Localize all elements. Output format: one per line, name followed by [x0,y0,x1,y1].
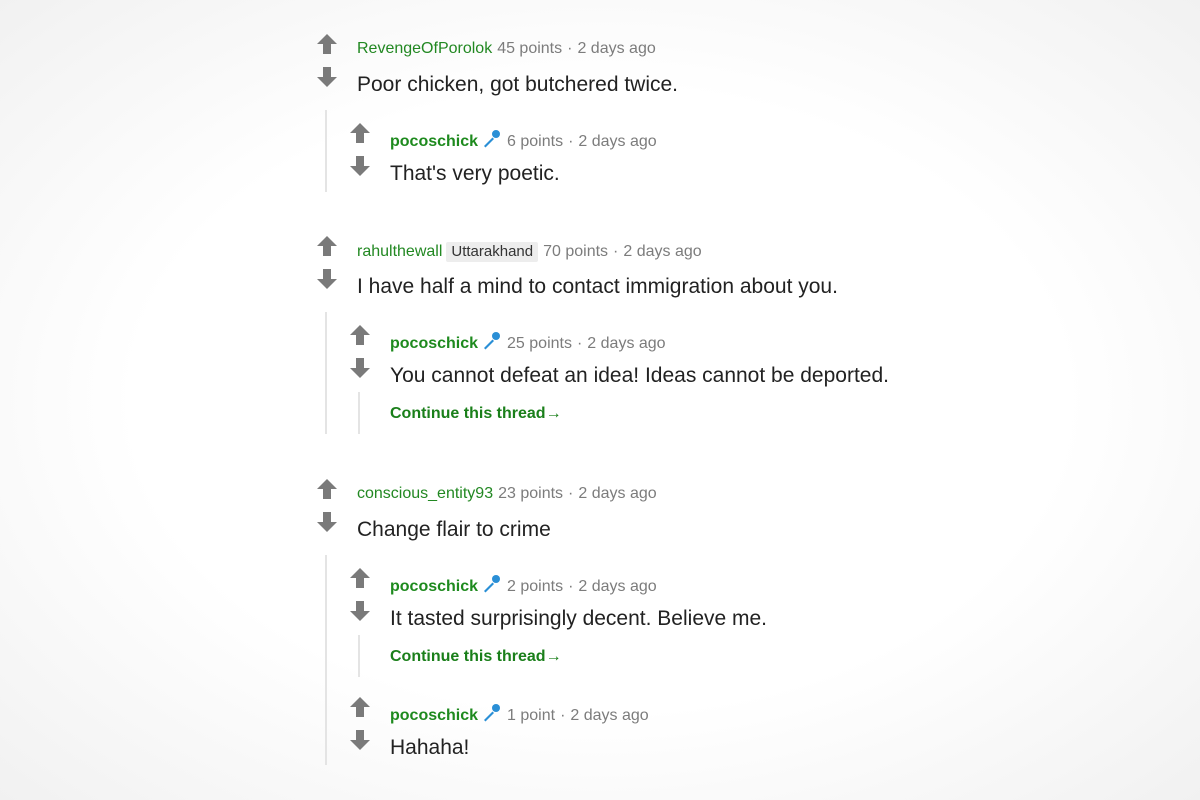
arrow-right-icon: → [545,405,562,422]
comment-author[interactable]: pocoschick [390,578,478,595]
comment-points: 2 points [507,578,564,595]
comment-meta: pocoschick 1 point · 2 days ago [390,703,649,724]
comment-points: 1 point [507,707,556,724]
upvote-arrow-icon[interactable] [349,122,371,144]
microphone-icon [482,574,502,594]
upvote-arrow-icon[interactable] [349,567,371,589]
comment: rahulthewall Uttarakhand 70 points · 2 days … [312,242,838,299]
downvote-arrow-icon[interactable] [349,155,371,177]
downvote-arrow-icon[interactable] [316,511,338,533]
comment-author[interactable]: conscious_entity93 [357,485,493,502]
downvote-arrow-icon[interactable] [316,66,338,88]
upvote-arrow-icon[interactable] [316,33,338,55]
comment-meta: RevengeOfPorolok 45 points · 2 days ago [357,40,678,58]
comment: conscious_entity93 23 points · 2 days ago C… [312,485,657,542]
comment-time[interactable]: 2 days ago [577,40,655,57]
comment-points: 25 points [507,335,572,352]
comment-text: Poor chicken, got butchered twice. [357,73,679,96]
meta-separator: · [567,40,573,57]
comment-text: You cannot defeat an idea! Ideas cannot … [390,364,889,387]
comment-text: Change flair to crime [357,518,551,541]
thread-collapse-line[interactable] [325,555,327,765]
thread-collapse-line[interactable] [358,635,360,677]
comment-time[interactable]: 2 days ago [578,133,656,150]
downvote-arrow-icon[interactable] [349,600,371,622]
reply-comment: pocoschick 2 points · 2 days ago It tasted … [345,574,767,631]
continue-thread-link[interactable]: Continue this thread→ [390,648,562,666]
upvote-arrow-icon[interactable] [316,235,338,257]
comment-time[interactable]: 2 days ago [570,707,648,724]
comment-thread-1: RevengeOfPorolok 45 points · 2 days ago Poo… [312,40,678,192]
arrow-right-icon: → [545,648,562,665]
meta-separator: · [568,485,574,502]
reply-comment: pocoschick 25 points · 2 days ago You canno… [345,331,889,388]
reply-comment: pocoschick 6 points · 2 days ago That's ver… [345,129,657,186]
reply-comment: pocoschick 1 point · 2 days ago Hahaha! [345,703,649,760]
comment-text: It tasted surprisingly decent. Believe m… [390,607,768,630]
comment-author[interactable]: rahulthewall [357,243,442,260]
comment-points: 23 points [498,485,564,502]
meta-separator: · [568,133,574,150]
comment-author[interactable]: pocoschick [390,707,478,724]
continue-thread-link[interactable]: Continue this thread→ [390,405,562,423]
comment-time[interactable]: 2 days ago [623,243,701,260]
comment-meta: pocoschick 6 points · 2 days ago [390,129,657,150]
comment-meta: conscious_entity93 23 points · 2 days ago [357,485,657,503]
comment-time[interactable]: 2 days ago [587,335,665,352]
continue-thread-label: Continue this thread [390,648,546,665]
user-flair: Uttarakhand [446,242,539,262]
microphone-icon [482,129,502,149]
comment-author[interactable]: pocoschick [390,335,478,352]
comment-text: I have half a mind to contact immigratio… [357,275,838,298]
comment-time[interactable]: 2 days ago [578,578,656,595]
thread-collapse-line[interactable] [325,110,327,192]
comment-points: 70 points [543,243,609,260]
downvote-arrow-icon[interactable] [349,357,371,379]
thread-collapse-line[interactable] [358,392,360,434]
comment-text: That's very poetic. [390,162,560,185]
comment-text: Hahaha! [390,736,470,759]
continue-thread-label: Continue this thread [390,405,546,422]
comment-time[interactable]: 2 days ago [578,485,656,502]
comment-meta: pocoschick 2 points · 2 days ago [390,574,767,595]
downvote-arrow-icon[interactable] [316,268,338,290]
meta-separator: · [568,578,574,595]
meta-separator: · [576,335,583,352]
comment-meta: pocoschick 25 points · 2 days ago [390,331,889,352]
comment-meta: rahulthewall Uttarakhand 70 points · 2 days … [357,242,838,262]
comment-thread-2: rahulthewall Uttarakhand 70 points · 2 days … [312,242,889,434]
downvote-arrow-icon[interactable] [349,729,371,751]
comment-points: 6 points [507,133,564,150]
comment-author[interactable]: pocoschick [390,133,478,150]
microphone-icon [482,703,502,723]
comment-thread-3: conscious_entity93 23 points · 2 days ago C… [312,485,767,765]
comment-points: 45 points [497,40,563,57]
thread-collapse-line[interactable] [325,312,327,434]
meta-separator: · [560,707,566,724]
upvote-arrow-icon[interactable] [349,324,371,346]
microphone-icon [482,331,502,351]
meta-separator: · [613,243,619,260]
upvote-arrow-icon[interactable] [316,478,338,500]
upvote-arrow-icon[interactable] [349,696,371,718]
comment-author[interactable]: RevengeOfPorolok [357,40,492,57]
comment: RevengeOfPorolok 45 points · 2 days ago Poo… [312,40,678,97]
